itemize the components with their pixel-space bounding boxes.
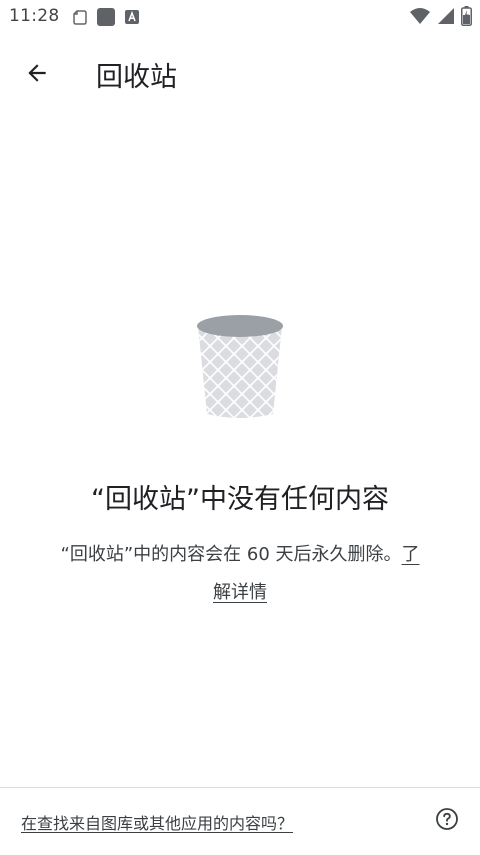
help-circle-icon <box>435 807 459 835</box>
description-text: “回收站”中的内容会在 60 天后永久删除。 <box>60 544 402 565</box>
trash-bin-icon <box>194 314 286 420</box>
status-left-icons <box>72 7 140 31</box>
arrow-back-icon <box>24 60 50 90</box>
status-time: 11:28 <box>9 6 60 26</box>
battery-icon <box>461 6 472 30</box>
empty-state-description: “回收站”中的内容会在 60 天后永久删除。了解详情 <box>52 536 428 612</box>
bottom-divider <box>0 787 480 788</box>
empty-state-title: “回收站”中没有任何内容 <box>91 484 389 515</box>
back-button[interactable] <box>14 52 60 98</box>
cell-signal-icon <box>437 7 455 29</box>
font-a-icon <box>124 9 140 29</box>
app-square-icon <box>96 7 116 31</box>
app-bar: 回收站 <box>0 34 480 114</box>
help-button[interactable] <box>432 806 462 836</box>
clipboard-icon <box>72 9 88 29</box>
status-bar: 11:28 <box>0 0 480 34</box>
page-title: 回收站 <box>96 62 177 93</box>
wifi-icon <box>409 7 431 29</box>
status-right-icons <box>409 6 472 30</box>
other-apps-link[interactable]: 在查找来自图库或其他应用的内容吗？ <box>21 810 293 834</box>
